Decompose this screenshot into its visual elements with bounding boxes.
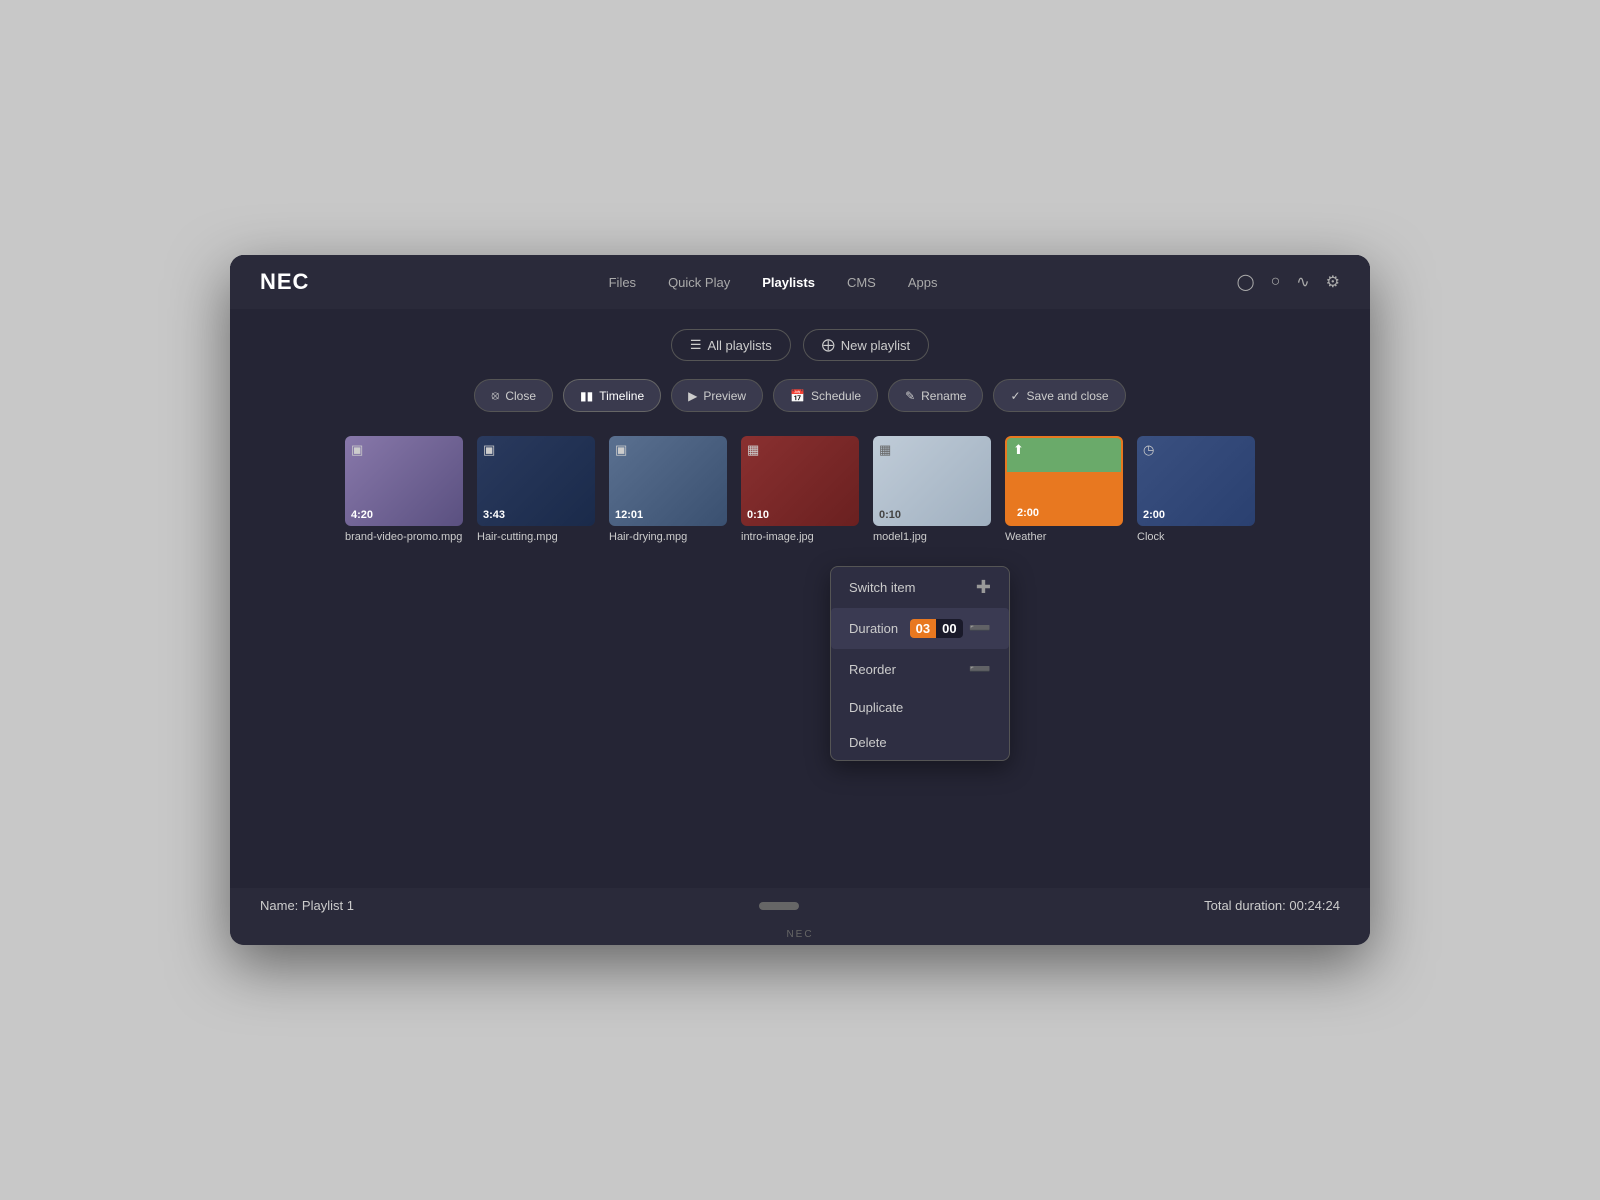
playlist-item-2[interactable]: ▣ 3:43 Hair-cutting.mpg — [477, 436, 595, 543]
schedule-button[interactable]: 📅 Schedule — [773, 379, 878, 412]
duration-hours: 03 — [910, 619, 936, 638]
duration-badge-5: 0:10 — [879, 509, 901, 521]
switch-item-label: Switch item — [849, 580, 915, 595]
duration-badge-3: 12:01 — [615, 509, 643, 521]
scrollbar[interactable] — [759, 902, 799, 910]
duplicate-label: Duplicate — [849, 700, 903, 715]
playlist-item-1[interactable]: ▣ 4:20 brand-video-promo.mpg — [345, 436, 463, 543]
tv-bottom-brand: NEC — [786, 929, 813, 940]
switch-item-plus-icon[interactable]: ✚ — [976, 577, 991, 598]
timeline-icon: ▮▮ — [580, 389, 593, 403]
item-thumb-5: ▦ 0:10 — [873, 436, 991, 526]
duration-value-group: 03 00 — [910, 619, 963, 638]
timeline-button[interactable]: ▮▮ Timeline — [563, 379, 661, 412]
playlist-name: Name: Playlist 1 — [260, 898, 354, 913]
duration-badge-4: 0:10 — [747, 509, 769, 521]
image-icon-5: ▦ — [879, 442, 891, 458]
duration-badge-2: 3:43 — [483, 509, 505, 521]
playlist-item-5[interactable]: ▦ 0:10 model1.jpg — [873, 436, 991, 543]
tv-bottom-bar: NEC — [230, 923, 1370, 945]
duration-badge-1: 4:20 — [351, 509, 373, 521]
playlist-item-7[interactable]: ◷ 2:00 Clock — [1137, 436, 1255, 543]
nav-link-apps[interactable]: Apps — [908, 275, 938, 290]
rename-icon: ✎ — [905, 389, 915, 403]
all-playlists-button[interactable]: ☰ All playlists — [671, 329, 791, 361]
nav-bar: NEC Files Quick Play Playlists CMS Apps … — [230, 255, 1370, 309]
context-menu: Switch item ✚ Duration 03 00 ➖ — [830, 566, 1010, 761]
duration-badge-6: 2:00 — [1013, 507, 1043, 519]
item-label-2: Hair-cutting.mpg — [477, 531, 558, 543]
new-playlist-button[interactable]: ⨁ New playlist — [803, 329, 929, 361]
scroll-pill — [759, 902, 799, 910]
context-reorder[interactable]: Reorder ➖ — [831, 649, 1009, 690]
schedule-icon: 📅 — [790, 389, 805, 403]
item-label-7: Clock — [1137, 531, 1165, 543]
item-thumb-2: ▣ 3:43 — [477, 436, 595, 526]
clock-icon-7: ◷ — [1143, 442, 1154, 458]
close-button[interactable]: ⦻ Close — [474, 379, 553, 412]
item-label-5: model1.jpg — [873, 531, 927, 543]
preview-button[interactable]: ▶ Preview — [671, 379, 763, 412]
close-icon: ⦻ — [491, 388, 499, 403]
item-thumb-4: ▦ 0:10 — [741, 436, 859, 526]
nav-icons: ◯ ○ ∿ ⚙ — [1237, 272, 1340, 292]
user-icon[interactable]: ◯ — [1237, 272, 1255, 292]
reorder-label: Reorder — [849, 662, 896, 677]
item-label-4: intro-image.jpg — [741, 531, 814, 543]
playlist-item-3[interactable]: ▣ 12:01 Hair-drying.mpg — [609, 436, 727, 543]
delete-label: Delete — [849, 735, 887, 750]
save-and-close-button[interactable]: ✓ Save and close — [993, 379, 1125, 412]
item-label-6: Weather — [1005, 531, 1046, 543]
tv-screen: NEC Files Quick Play Playlists CMS Apps … — [230, 255, 1370, 923]
nav-link-playlists[interactable]: Playlists — [762, 275, 815, 290]
item-thumb-6: ⬆ 2:00 — [1005, 436, 1123, 526]
play-icon: ▶ — [688, 389, 697, 403]
nav-link-cms[interactable]: CMS — [847, 275, 876, 290]
image-icon-4: ▦ — [747, 442, 759, 458]
context-duplicate[interactable]: Duplicate — [831, 690, 1009, 725]
up-icon-6: ⬆ — [1013, 442, 1024, 458]
playlist-item-4[interactable]: ▦ 0:10 intro-image.jpg — [741, 436, 859, 543]
nav-links: Files Quick Play Playlists CMS Apps — [609, 275, 938, 290]
nav-link-files[interactable]: Files — [609, 275, 636, 290]
check-icon: ✓ — [1010, 389, 1020, 403]
context-duration[interactable]: Duration 03 00 ➖ — [831, 608, 1009, 649]
tv-display: NEC Files Quick Play Playlists CMS Apps … — [230, 255, 1370, 945]
video-icon-1: ▣ — [351, 442, 363, 458]
duration-minus-icon[interactable]: ➖ — [969, 618, 991, 639]
status-bar: Name: Playlist 1 Total duration: 00:24:2… — [230, 888, 1370, 923]
plus-circle-icon: ⨁ — [822, 337, 835, 353]
rename-button[interactable]: ✎ Rename — [888, 379, 983, 412]
duration-minutes: 00 — [936, 619, 962, 638]
reorder-minus-icon[interactable]: ➖ — [969, 659, 991, 680]
item-thumb-3: ▣ 12:01 — [609, 436, 727, 526]
playlist-item-6[interactable]: ⬆ 2:00 Weather — [1005, 436, 1123, 543]
total-duration: Total duration: 00:24:24 — [1204, 898, 1340, 913]
globe-icon[interactable]: ○ — [1271, 273, 1281, 291]
item-label-1: brand-video-promo.mpg — [345, 531, 462, 543]
wifi-icon[interactable]: ∿ — [1296, 272, 1309, 292]
action-bar: ⦻ Close ▮▮ Timeline ▶ Preview 📅 Schedule… — [474, 379, 1125, 412]
duration-label: Duration — [849, 621, 898, 636]
item-thumb-7: ◷ 2:00 — [1137, 436, 1255, 526]
duration-badge-7: 2:00 — [1143, 509, 1165, 521]
context-switch-item[interactable]: Switch item ✚ — [831, 567, 1009, 608]
main-content: ☰ All playlists ⨁ New playlist ⦻ Close ▮… — [230, 309, 1370, 923]
settings-icon[interactable]: ⚙ — [1326, 272, 1340, 292]
list-icon: ☰ — [690, 337, 702, 353]
video-icon-2: ▣ — [483, 442, 495, 458]
nav-link-quickplay[interactable]: Quick Play — [668, 275, 730, 290]
brand-logo: NEC — [260, 269, 309, 295]
playlist-row: ▣ 4:20 brand-video-promo.mpg ▣ 3:43 Hair… — [260, 436, 1340, 543]
duration-controls: 03 00 ➖ — [910, 618, 991, 639]
video-icon-3: ▣ — [615, 442, 627, 458]
item-thumb-1: ▣ 4:20 — [345, 436, 463, 526]
top-toolbar: ☰ All playlists ⨁ New playlist — [671, 329, 929, 361]
item-label-3: Hair-drying.mpg — [609, 531, 687, 543]
context-delete[interactable]: Delete — [831, 725, 1009, 760]
